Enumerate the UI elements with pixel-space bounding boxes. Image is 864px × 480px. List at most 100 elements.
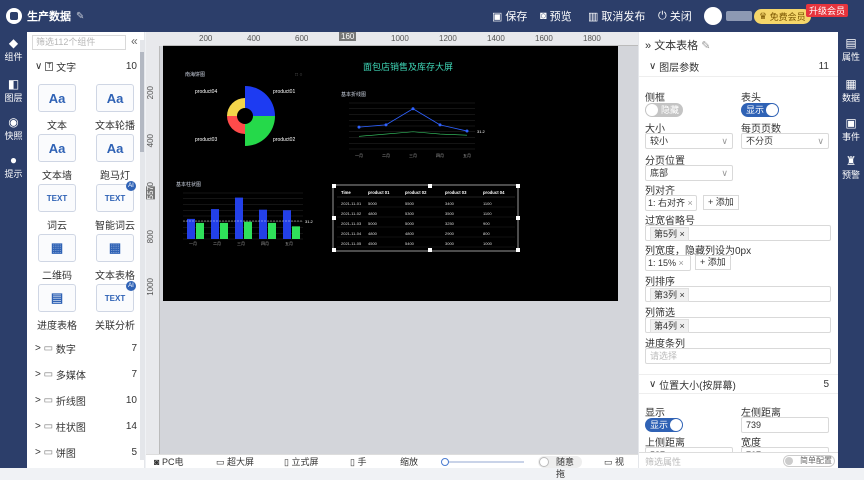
- device-pc[interactable]: ◙ PC电: [154, 455, 183, 468]
- resize-handle[interactable]: [428, 184, 432, 188]
- resize-handle[interactable]: [428, 248, 432, 252]
- column-sort-select[interactable]: 第3列 ×: [645, 286, 831, 302]
- bar: [235, 197, 243, 239]
- column-width-tag[interactable]: 1: 15% ×: [645, 255, 691, 271]
- component-item[interactable]: TEXT AI 智能词云: [88, 181, 142, 232]
- selected-text-table[interactable]: Time product 01 product 02 product 03 produc…: [332, 184, 520, 252]
- layers-icon: ◧: [7, 77, 20, 91]
- show-toggle[interactable]: 显示: [645, 418, 683, 432]
- device-stand-screen[interactable]: ▯ 立式屏: [284, 455, 318, 468]
- component-item[interactable]: TEXT 词云: [30, 184, 84, 232]
- component-item[interactable]: Aa 跑马灯: [88, 134, 142, 182]
- column-align-add-button[interactable]: + 添加: [703, 195, 739, 210]
- category-item[interactable]: > ▭ 折线图 10: [27, 390, 144, 410]
- free-drag-toggle[interactable]: 随意拖: [538, 456, 582, 479]
- table-body: Time product 01 product 02 product 03 produc…: [337, 190, 515, 248]
- close-icon[interactable]: ×: [679, 258, 684, 268]
- component-item[interactable]: Aa 文本: [30, 84, 84, 132]
- border-toggle[interactable]: 隐藏: [645, 103, 683, 117]
- nav-hint[interactable]: ● 提示: [0, 154, 27, 180]
- properties-icon: ▤: [845, 36, 857, 50]
- pie-chart[interactable]: 南海饼图 □ ○ product04 product01 product03 p…: [185, 71, 302, 146]
- category-text[interactable]: ∨ T 文字 10: [27, 56, 144, 76]
- edit-title-icon[interactable]: ✎: [76, 11, 84, 22]
- category-item[interactable]: > ▭ 饼图 5: [27, 442, 144, 462]
- simple-config-toggle[interactable]: 简单配置: [783, 455, 835, 467]
- component-item[interactable]: TEXT AI 关联分析: [88, 281, 142, 332]
- left-distance-input[interactable]: 739: [741, 417, 829, 433]
- nav-snapshot[interactable]: ◉ 快照: [0, 116, 27, 142]
- ruler-tick-label: 1200: [439, 34, 457, 43]
- resize-handle[interactable]: [516, 184, 520, 188]
- username-redacted: [726, 11, 752, 21]
- layer-params-section[interactable]: ∨ 图层参数 11: [639, 57, 838, 77]
- resize-handle[interactable]: [516, 216, 520, 220]
- upgrade-member-button[interactable]: 升级会员: [806, 4, 849, 17]
- component-search-input[interactable]: 筛选112个组件: [32, 35, 126, 50]
- nav-events[interactable]: ▣ 事件: [838, 117, 864, 143]
- close-icon[interactable]: ×: [688, 198, 693, 208]
- resize-handle[interactable]: [516, 248, 520, 252]
- nav-alert[interactable]: ♜ 预警: [838, 155, 864, 181]
- collapse-icon[interactable]: «: [131, 34, 138, 48]
- header-toggle[interactable]: 显示: [741, 103, 779, 117]
- component-item[interactable]: Aa 文本轮播: [88, 84, 142, 132]
- toggle-knob: [766, 104, 778, 116]
- component-item[interactable]: ▦ 二维码: [30, 234, 84, 282]
- nav-components[interactable]: ◆ 组件: [0, 37, 27, 63]
- category-item[interactable]: > ▭ 柱状图 14: [27, 416, 144, 436]
- save-button[interactable]: ▣ 保存: [492, 0, 527, 32]
- table-cell: 900: [483, 221, 490, 226]
- component-item[interactable]: ▤ 进度表格: [30, 284, 84, 332]
- unpublish-button[interactable]: ▥ 取消发布: [588, 0, 645, 32]
- edit-icon[interactable]: ✎: [701, 40, 710, 52]
- close-button[interactable]: ⏻ 关闭: [658, 0, 692, 32]
- collapse-right-icon[interactable]: »: [645, 40, 651, 52]
- ellipsis-select[interactable]: 第5列 ×: [645, 225, 831, 241]
- view-toggle[interactable]: ▭ 视: [604, 455, 624, 468]
- bar: [259, 209, 267, 239]
- progress-column-select[interactable]: 请选择: [645, 348, 831, 364]
- resize-handle[interactable]: [332, 216, 336, 220]
- filter-properties-input[interactable]: 筛选属性: [645, 455, 681, 468]
- table-header-cell: Time: [341, 190, 351, 195]
- zoom-slider-knob[interactable]: [441, 458, 449, 466]
- camera-icon: ◉: [8, 115, 19, 129]
- column-width-add-button[interactable]: + 添加: [695, 255, 731, 270]
- table-cell: 5000: [368, 221, 378, 226]
- nav-properties[interactable]: ▤ 属性: [838, 37, 864, 63]
- ai-badge-icon: AI: [126, 181, 136, 191]
- resize-handle[interactable]: [332, 248, 336, 252]
- zoom-slider[interactable]: [441, 458, 524, 466]
- nav-data[interactable]: ▦ 数据: [838, 78, 864, 104]
- column-align-tag[interactable]: 1: 右对齐 ×: [645, 195, 697, 211]
- preview-button[interactable]: ◙ 预览: [540, 0, 572, 32]
- ellipsis-tag: 第5列 ×: [650, 227, 689, 241]
- bar: [211, 209, 219, 239]
- category-count: 7: [131, 368, 137, 380]
- bar-chart[interactable]: 基本柱状图 一月 二月 三月 四月 五月 31.2: [176, 181, 314, 246]
- category-item[interactable]: > ▭ 数字 7: [27, 338, 144, 358]
- canvas[interactable]: 面包店销售及库存大屏 南海饼图 □ ○ product04 product01 …: [163, 46, 618, 301]
- avatar[interactable]: [704, 7, 722, 25]
- nav-layers[interactable]: ◧ 图层: [0, 78, 27, 104]
- column-filter-select[interactable]: 第4列 ×: [645, 317, 831, 333]
- category-item[interactable]: > ▭ 多媒体 7: [27, 364, 144, 384]
- component-label: 进度表格: [37, 321, 77, 332]
- component-item[interactable]: ▦ 文本表格: [88, 234, 142, 282]
- per-page-select[interactable]: 不分页 ∨: [741, 133, 829, 149]
- bar: [196, 222, 204, 239]
- line-chart[interactable]: 基本折线图 一月 二月 三月 四月 五月 31.2: [341, 91, 486, 158]
- line-point: [411, 107, 415, 111]
- unpublish-icon: ▥: [588, 10, 599, 23]
- panel-scrollbar[interactable]: [140, 40, 144, 460]
- free-member-badge[interactable]: ♛ 免费会员: [754, 9, 811, 24]
- size-select[interactable]: 较小 ∨: [645, 133, 733, 149]
- device-phone[interactable]: ▯ 手: [350, 455, 366, 468]
- position-section[interactable]: ∨ 位置大小(按屏幕) 5: [639, 374, 838, 394]
- resize-handle[interactable]: [332, 184, 336, 188]
- ruler-tick-label: 200: [146, 86, 155, 100]
- device-big-screen[interactable]: ▭ 超大屏: [216, 455, 254, 468]
- page-position-select[interactable]: 底部 ∨: [645, 165, 733, 181]
- component-item[interactable]: Aa 文本墙: [30, 134, 84, 182]
